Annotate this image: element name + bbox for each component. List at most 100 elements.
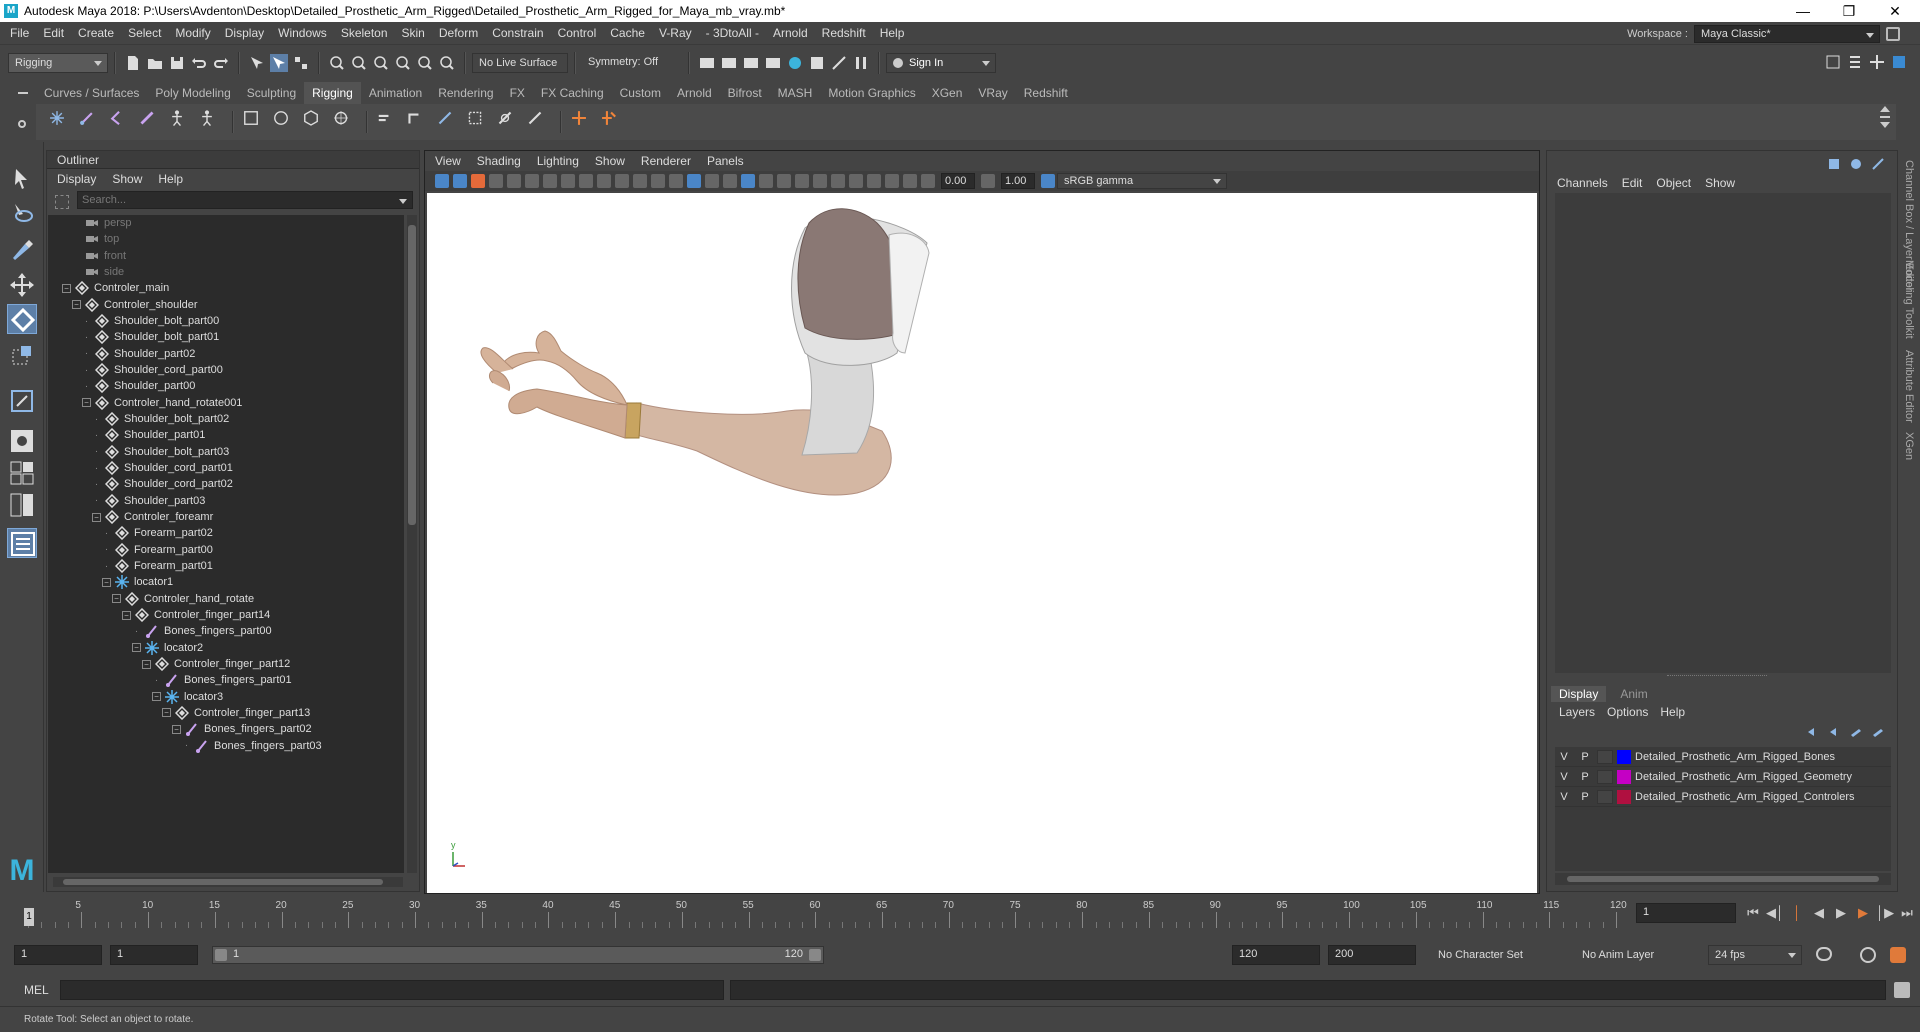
collapse-toggle-icon[interactable]: − — [102, 577, 111, 587]
menu-select[interactable]: Select — [121, 22, 168, 45]
collapse-toggle-icon[interactable]: − — [62, 283, 71, 293]
select-hierarchy-icon[interactable] — [248, 54, 266, 72]
gamma-icon[interactable] — [981, 174, 995, 188]
select-component-icon[interactable] — [292, 54, 310, 72]
anim-layer-dropdown[interactable]: No Anim Layer — [1582, 946, 1692, 964]
ambient-occlusion-icon[interactable] — [777, 174, 791, 188]
scale-tool-icon[interactable] — [7, 340, 37, 370]
play-backwards-icon[interactable]: ◀ — [1810, 904, 1828, 922]
menu-3dtoall[interactable]: - 3DtoAll - — [699, 22, 766, 45]
outliner-node[interactable]: · Bones_fingers_part03 — [182, 736, 322, 756]
collapse-toggle-icon[interactable]: − — [132, 643, 141, 653]
close-button[interactable]: ✕ — [1872, 0, 1918, 22]
lights-icon[interactable] — [741, 174, 755, 188]
orient-joint-icon[interactable] — [138, 109, 164, 135]
pole-vector-icon[interactable] — [570, 109, 596, 135]
menu-file[interactable]: File — [3, 22, 36, 45]
menu-arnold[interactable]: Arnold — [766, 22, 815, 45]
layer-editor-toggle-icon[interactable] — [1847, 155, 1865, 173]
outliner-search-input[interactable]: Search... — [77, 191, 413, 209]
shelf-tab-vray[interactable]: VRay — [970, 82, 1015, 104]
viewport-menu-renderer[interactable]: Renderer — [641, 154, 691, 168]
go-to-start-icon[interactable]: ⏮ — [1744, 904, 1762, 922]
anti-aliasing-icon[interactable] — [813, 174, 827, 188]
layer-tab-anim[interactable]: Anim — [1612, 686, 1655, 702]
collapse-toggle-icon[interactable]: − — [122, 610, 131, 620]
mirror-joint-icon[interactable] — [108, 109, 134, 135]
visibility-toggle[interactable]: V — [1555, 791, 1573, 803]
collapse-toggle-icon[interactable]: − — [92, 512, 101, 522]
point-constraint-icon[interactable] — [436, 109, 462, 135]
create-joints-icon[interactable] — [48, 109, 74, 135]
range-bar[interactable]: 1 120 — [212, 946, 824, 964]
snap-view-icon[interactable] — [438, 54, 456, 72]
channel-menu-object[interactable]: Object — [1656, 176, 1691, 190]
layer-row[interactable]: V P Detailed_Prosthetic_Arm_Rigged_Control… — [1555, 787, 1891, 807]
viewport-menu-shading[interactable]: Shading — [477, 154, 521, 168]
chevron-down-icon[interactable] — [1880, 122, 1890, 128]
shelf-menu-icon[interactable] — [1880, 116, 1890, 118]
redo-icon[interactable] — [212, 54, 230, 72]
channel-menu-channels[interactable]: Channels — [1557, 176, 1608, 190]
playback-end-field[interactable]: 120 — [1232, 945, 1320, 965]
live-surface-dropdown[interactable]: No Live Surface — [472, 53, 568, 73]
loop-icon[interactable] — [1816, 947, 1832, 961]
menu-create[interactable]: Create — [71, 22, 121, 45]
playback-toggle[interactable]: P — [1576, 791, 1594, 803]
shelf-tab-bifrost[interactable]: Bifrost — [720, 82, 770, 104]
undo-icon[interactable] — [190, 54, 208, 72]
go-to-end-icon[interactable]: ⏭ — [1898, 904, 1916, 922]
scale-constraint-icon[interactable] — [466, 109, 492, 135]
shelf-tab-custom[interactable]: Custom — [612, 82, 669, 104]
menu-cache[interactable]: Cache — [603, 22, 652, 45]
menu-constrain[interactable]: Constrain — [485, 22, 550, 45]
shelf-tab-poly-modeling[interactable]: Poly Modeling — [147, 82, 238, 104]
collapse-toggle-icon[interactable]: − — [152, 692, 161, 702]
xray-joints-icon[interactable] — [885, 174, 899, 188]
viewport-canvas[interactable]: y — [427, 193, 1537, 893]
color-management-icon[interactable] — [1041, 174, 1055, 188]
select-object-icon[interactable] — [270, 54, 288, 72]
script-editor-icon[interactable] — [1894, 982, 1910, 998]
resolution-gate-icon[interactable] — [579, 174, 593, 188]
field-chart-icon[interactable] — [615, 174, 629, 188]
smooth-shade-icon[interactable] — [687, 174, 701, 188]
paint-select-tool-icon[interactable] — [7, 234, 37, 264]
move-layer-down-icon[interactable] — [1825, 723, 1843, 741]
modeling-toolkit-toggle-icon[interactable] — [1824, 53, 1842, 71]
four-view-layout-icon[interactable] — [7, 458, 37, 488]
single-perspective-layout-icon[interactable] — [7, 426, 37, 456]
attribute-editor-toggle-icon[interactable] — [1846, 53, 1864, 71]
outliner-vertical-scrollbar[interactable] — [407, 215, 417, 873]
playback-toggle[interactable]: P — [1576, 751, 1594, 763]
shelf-tab-sculpting[interactable]: Sculpting — [239, 82, 304, 104]
workspace-dropdown[interactable]: Maya Classic* — [1694, 25, 1880, 43]
layer-color-swatch[interactable] — [1617, 789, 1631, 804]
command-input[interactable] — [60, 980, 724, 1000]
persp-outliner-layout-icon[interactable] — [7, 490, 37, 520]
new-scene-icon[interactable] — [124, 54, 142, 72]
layer-menu-options[interactable]: Options — [1607, 705, 1648, 719]
textured-icon[interactable] — [723, 174, 737, 188]
sign-in-dropdown[interactable]: Sign In — [886, 53, 996, 73]
current-frame-field[interactable]: 1 — [1636, 903, 1736, 923]
exposure-icon[interactable] — [921, 174, 935, 188]
shelf-tab-redshift[interactable]: Redshift — [1016, 82, 1076, 104]
render-frame-icon[interactable] — [720, 54, 738, 72]
safe-title-icon[interactable] — [651, 174, 665, 188]
playback-toggle[interactable]: P — [1576, 771, 1594, 783]
layer-row[interactable]: V P Detailed_Prosthetic_Arm_Rigged_Bones — [1555, 747, 1891, 767]
collapse-toggle-icon[interactable]: − — [172, 724, 181, 734]
menu-edit[interactable]: Edit — [36, 22, 71, 45]
snap-surface-icon[interactable] — [416, 54, 434, 72]
auto-key-icon[interactable] — [1860, 947, 1876, 963]
step-back-key-icon[interactable]: │ — [1788, 904, 1806, 922]
step-forward-frame-icon[interactable]: │▶ — [1876, 904, 1894, 922]
attribute-toggle-icon[interactable] — [1869, 155, 1887, 173]
playback-start-field[interactable]: 1 — [110, 945, 198, 965]
cluster-icon[interactable] — [332, 109, 358, 135]
menu-redshift[interactable]: Redshift — [815, 22, 873, 45]
collapse-toggle-icon[interactable]: − — [162, 708, 171, 718]
minimize-button[interactable]: — — [1780, 0, 1826, 22]
layer-menu-layers[interactable]: Layers — [1559, 705, 1595, 719]
